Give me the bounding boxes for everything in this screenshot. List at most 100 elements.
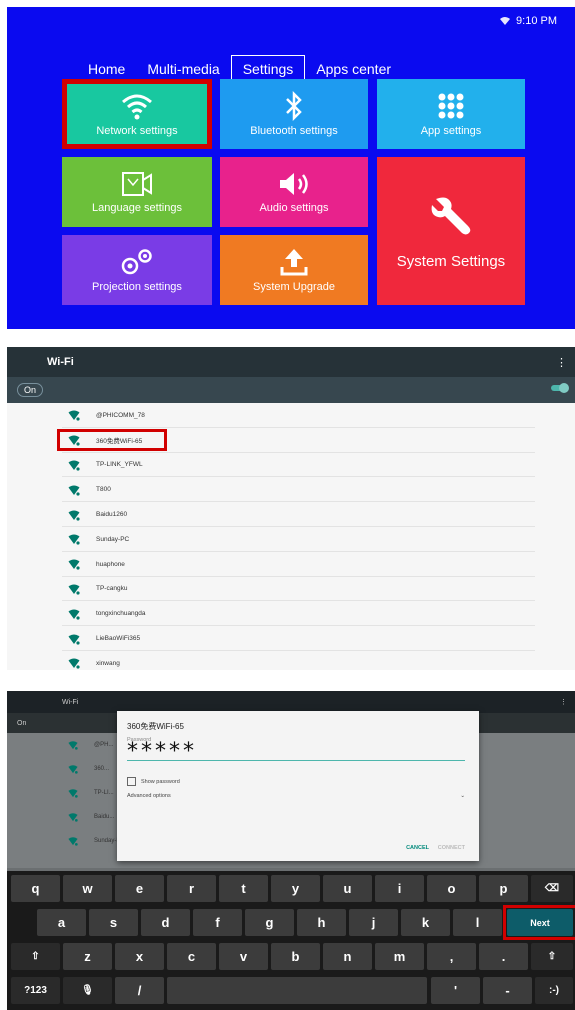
network-settings-tile[interactable]: Network settings [62,79,212,149]
network-name: TP-cangku [96,585,128,593]
audio-settings-tile[interactable]: Audio settings [220,157,368,227]
wifi-password-screen: Wi-Fi ⋮ On @PH... 360... TP-LI... Baidu... S… [7,691,575,1010]
wifi-title: Wi-Fi [47,356,74,368]
network-name: @PHICOMM_78 [96,411,145,419]
language-settings-tile[interactable]: Language settings [62,157,212,227]
password-field[interactable]: ***** [127,741,465,763]
cancel-button[interactable]: CANCEL [406,845,429,851]
key-m[interactable]: m [375,943,424,970]
speaker-icon [280,173,308,195]
key-v[interactable]: v [219,943,268,970]
key-c[interactable]: c [167,943,216,970]
key-f[interactable]: f [193,909,242,936]
background-network-name: 360... [94,766,110,772]
wifi-switch[interactable] [551,383,569,393]
network-name: Baidu1260 [96,511,128,519]
connect-button[interactable]: CONNECT [438,845,465,851]
key-y[interactable]: y [271,875,320,902]
key-x[interactable]: x [115,943,164,970]
network-item[interactable]: tongxinchuangda [7,601,575,626]
upload-icon [280,249,308,276]
wifi-signal-icon [68,609,80,620]
key-r[interactable]: r [167,875,216,902]
language-settings-label: Language settings [92,202,182,214]
language-icon [122,172,152,196]
wifi-signal-icon [68,410,80,421]
dash-key[interactable]: - [483,977,532,1004]
space-key[interactable] [167,977,427,1004]
wifi-signal-icon [68,559,80,570]
key-q[interactable]: q [11,875,60,902]
wifi-status-icon [500,17,511,25]
launcher-screen: 9:10 PM Home Multi-media Settings Apps c… [7,7,575,329]
key-d[interactable]: d [141,909,190,936]
network-name: Sunday-PC [96,535,130,543]
onscreen-keyboard: q w e r t y u i o p ⌫ a s d f g h j k l Next ⇧ z x c v b n m,. ⇧ ?123 🎙… [7,871,575,1010]
app-settings-tile[interactable]: App settings [377,79,525,149]
network-item[interactable]: xinwang [7,651,575,670]
show-password-checkbox[interactable] [127,777,136,786]
password-dialog: 360免费WiFi-65 Password ***** Show passwor… [117,711,479,861]
key-a[interactable]: a [37,909,86,936]
key-j[interactable]: j [349,909,398,936]
key-p[interactable]: p [479,875,528,902]
key-e[interactable]: e [115,875,164,902]
network-item[interactable]: LieBaoWiFi365 [7,626,575,651]
key-o[interactable]: o [427,875,476,902]
key-i[interactable]: i [375,875,424,902]
background-header: Wi-Fi ⋮ [7,691,575,713]
shift-key-right[interactable]: ⇧ [531,943,573,970]
key-t[interactable]: t [219,875,268,902]
backspace-key[interactable]: ⌫ [531,875,573,902]
emoji-key[interactable]: :-) [535,977,573,1004]
wifi-signal-icon [68,837,78,846]
key-k[interactable]: k [401,909,450,936]
network-item[interactable]: @PHICOMM_78 [7,403,575,428]
network-settings-label: Network settings [96,125,178,137]
background-on-label: On [17,719,27,727]
key-g[interactable]: g [245,909,294,936]
bluetooth-settings-label: Bluetooth settings [250,125,338,137]
network-name: TP-LINK_YFWL [96,461,143,469]
quote-key[interactable]: ' [431,977,480,1004]
shift-key[interactable]: ⇧ [11,943,60,970]
network-item[interactable]: Sunday-PC [7,527,575,552]
network-name: T800 [96,486,111,494]
chevron-down-icon: ⌄ [460,793,465,799]
key-period[interactable]: . [479,943,528,970]
advanced-options-label: Advanced options [127,793,171,799]
key-comma[interactable]: , [427,943,476,970]
show-password-row[interactable]: Show password [127,777,180,786]
projection-settings-tile[interactable]: Projection settings [62,235,212,305]
slash-key[interactable]: / [115,977,164,1004]
wifi-icon [122,94,152,120]
network-item[interactable]: huaphone [7,552,575,577]
advanced-options-row[interactable]: Advanced options ⌄ [127,793,465,799]
bluetooth-settings-tile[interactable]: Bluetooth settings [220,79,368,149]
wifi-signal-icon [68,813,78,822]
network-item[interactable]: TP-LINK_YFWL [7,453,575,478]
projection-settings-label: Projection settings [92,281,182,293]
network-item[interactable]: 360免费WiFi-65 [7,428,575,453]
key-w[interactable]: w [63,875,112,902]
network-item[interactable]: Baidu1260 [7,502,575,527]
key-n[interactable]: n [323,943,372,970]
network-name: xinwang [96,659,120,667]
gears-icon [121,249,152,275]
key-l[interactable]: l [453,909,502,936]
key-s[interactable]: s [89,909,138,936]
network-item[interactable]: TP-cangku [7,577,575,602]
wifi-signal-icon [68,485,80,496]
key-b[interactable]: b [271,943,320,970]
key-z[interactable]: z [63,943,112,970]
system-settings-tile[interactable]: System Settings [377,157,525,305]
symbols-key[interactable]: ?123 [11,977,60,1004]
system-upgrade-label: System Upgrade [253,281,335,293]
system-upgrade-tile[interactable]: System Upgrade [220,235,368,305]
wifi-toggle-row[interactable]: On [7,377,575,403]
network-item[interactable]: T800 [7,477,575,502]
mic-key[interactable]: 🎙 [63,977,112,1004]
more-options-icon[interactable]: ⋮ [556,356,567,369]
key-u[interactable]: u [323,875,372,902]
key-h[interactable]: h [297,909,346,936]
